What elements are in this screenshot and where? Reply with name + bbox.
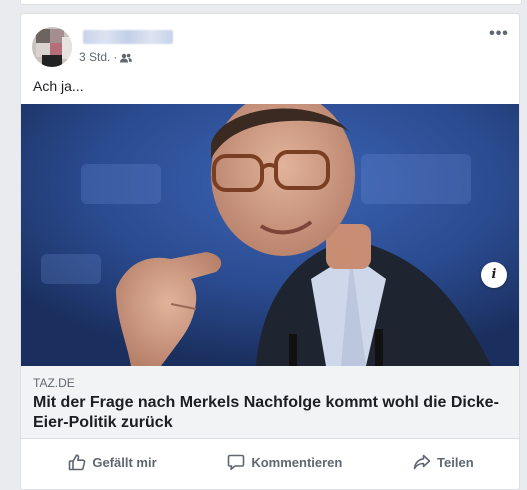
share-label: Teilen bbox=[437, 454, 474, 470]
post-timestamp[interactable]: 3 Std. bbox=[79, 50, 110, 64]
comment-icon bbox=[227, 453, 245, 471]
info-icon[interactable]: i bbox=[481, 262, 507, 288]
like-button[interactable]: Gefällt mir bbox=[68, 453, 157, 471]
author-name-redacted[interactable] bbox=[83, 30, 173, 44]
post-actions: Gefällt mir Kommentieren Teilen bbox=[33, 446, 509, 478]
comment-button[interactable]: Kommentieren bbox=[227, 453, 342, 471]
previous-post-edge bbox=[20, 0, 522, 5]
like-label: Gefällt mir bbox=[92, 454, 157, 470]
post-meta: 3 Std. · bbox=[79, 50, 133, 64]
link-preview-image[interactable] bbox=[21, 104, 519, 366]
feed-post: 3 Std. · ••• Ach ja... i TAZ.DE Mit der … bbox=[20, 13, 520, 490]
link-title[interactable]: Mit der Frage nach Merkels Nachfolge kom… bbox=[33, 393, 509, 433]
avatar[interactable] bbox=[32, 27, 72, 67]
link-domain: TAZ.DE bbox=[33, 376, 75, 390]
friends-icon[interactable] bbox=[120, 52, 133, 63]
meta-separator: · bbox=[113, 50, 118, 64]
share-button[interactable]: Teilen bbox=[413, 453, 474, 471]
more-options-icon[interactable]: ••• bbox=[489, 24, 509, 44]
link-preview[interactable]: TAZ.DE Mit der Frage nach Merkels Nachfo… bbox=[21, 366, 519, 439]
post-text: Ach ja... bbox=[33, 78, 84, 94]
post-header: 3 Std. · ••• bbox=[21, 14, 519, 74]
comment-label: Kommentieren bbox=[251, 454, 343, 470]
share-arrow-icon bbox=[413, 453, 431, 471]
thumbs-up-icon bbox=[68, 453, 86, 471]
